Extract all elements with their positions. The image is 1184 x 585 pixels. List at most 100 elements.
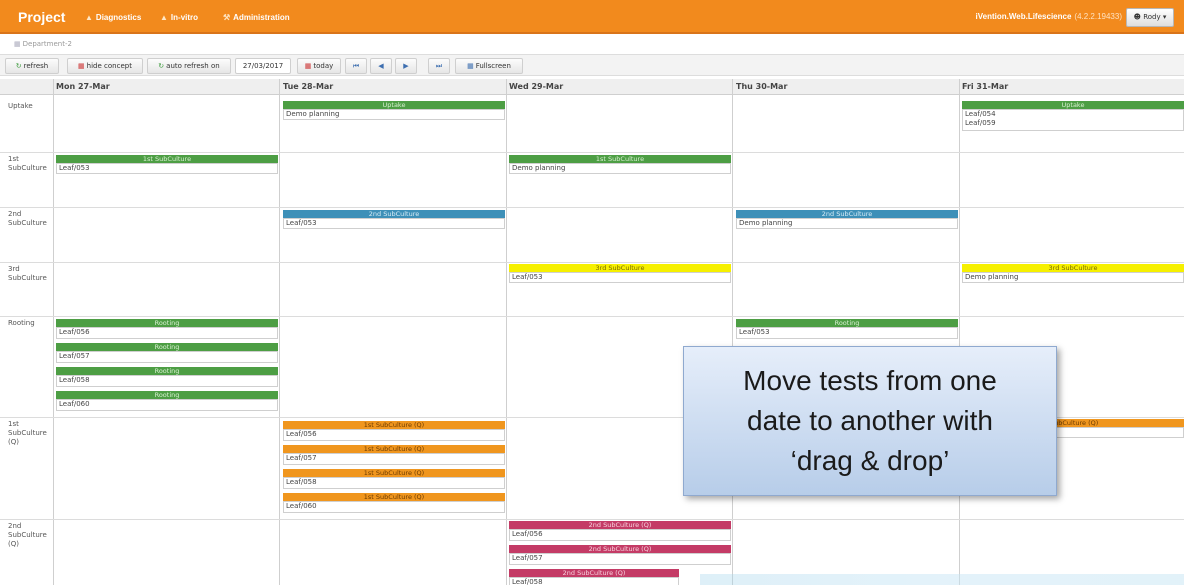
today-button[interactable]: ▦ today (297, 58, 341, 74)
event-2nd-subculture-q[interactable]: 2nd SubCulture (Q) (509, 521, 731, 529)
event-rooting[interactable]: Rooting (56, 391, 278, 399)
nav-administration-label: Administration (233, 13, 290, 22)
event-item[interactable]: Demo planning (736, 218, 958, 229)
event-uptake[interactable]: Uptake (283, 101, 505, 109)
caret-down-icon: ▾ (1162, 13, 1167, 21)
event-rooting[interactable]: Rooting (736, 319, 958, 327)
flask-icon: ▲ (160, 13, 168, 22)
event-item[interactable]: Demo planning (283, 109, 505, 120)
today-label: today (313, 62, 334, 70)
drag-drop-callout: Move tests from one date to another with… (683, 346, 1057, 496)
event-item[interactable]: Demo planning (509, 163, 731, 174)
auto-refresh-button[interactable]: ↻ auto refresh on (147, 58, 231, 74)
event-rooting[interactable]: Rooting (56, 367, 278, 375)
row-label-2nd-subculture: 2nd SubCulture (8, 210, 47, 227)
breadcrumb-department: Department-2 (22, 40, 72, 48)
event-uptake[interactable]: Uptake (962, 101, 1184, 109)
previous-button[interactable]: ◀ (370, 58, 392, 74)
event-1st-subculture-q[interactable]: SubCulture (Q) (1045, 419, 1184, 427)
hide-concept-label: hide concept (86, 62, 132, 70)
event-rooting[interactable]: Rooting (56, 343, 278, 351)
event-item[interactable]: Leaf/058 (509, 577, 679, 585)
event-1st-subculture-q[interactable]: 1st SubCulture (Q) (283, 445, 505, 453)
top-navbar: Project ▲ Diagnostics ▲ In-vitro ⚒ Administ… (0, 0, 1184, 34)
event-item: Leaf/059 (965, 119, 996, 127)
week-calendar: Mon 27-Mar Tue 28-Mar Wed 29-Mar Thu 30-… (0, 79, 1184, 585)
row-label-3rd-subculture: 3rd SubCulture (8, 265, 47, 282)
event-item[interactable]: Leaf/058 (283, 477, 505, 489)
event-item[interactable]: Leaf/056 (283, 429, 505, 441)
calendar-icon: ▦ (304, 62, 312, 70)
event-item[interactable]: Leaf/057 (283, 453, 505, 465)
refresh-label: refresh (23, 62, 49, 70)
event-item[interactable]: Leaf/060 (56, 399, 278, 411)
nav-in-vitro[interactable]: ▲ In-vitro (160, 13, 198, 22)
event-item[interactable]: Leaf/053 (736, 327, 958, 339)
event-item[interactable]: Leaf/056 (56, 327, 278, 339)
event-item[interactable]: Leaf/053 (283, 218, 505, 229)
skip-back-icon: ⏮ (352, 62, 360, 70)
event-2nd-subculture-q[interactable]: 2nd SubCulture (Q) (509, 545, 731, 553)
hide-concept-button[interactable]: ▦ hide concept (67, 58, 143, 74)
event-items[interactable]: Leaf/054 Leaf/059 (962, 109, 1184, 131)
calendar-toolbar: ↻ refresh ▦ hide concept ↻ auto refresh on … (0, 54, 1184, 76)
user-icon: ☻ (1133, 13, 1141, 21)
event-3rd-subculture[interactable]: 3rd SubCulture (509, 264, 731, 272)
decorative-strip (700, 574, 1184, 585)
calendar-icon: ▦ (14, 40, 21, 48)
skip-forward-icon: ⏭ (435, 62, 443, 70)
fullscreen-icon: ▦ (467, 62, 474, 70)
nav-diagnostics[interactable]: ▲ Diagnostics (85, 13, 141, 22)
event-item[interactable]: Leaf/057 (56, 351, 278, 363)
first-page-button[interactable]: ⏮ (345, 58, 367, 74)
event-1st-subculture[interactable]: 1st SubCulture (509, 155, 731, 163)
refresh-icon: ↻ (15, 62, 22, 70)
event-1st-subculture[interactable]: 1st SubCulture (56, 155, 278, 163)
wrench-icon: ⚒ (223, 13, 231, 22)
day-header-mon: Mon 27-Mar (56, 82, 110, 91)
nav-diagnostics-label: Diagnostics (95, 13, 142, 22)
event-item[interactable] (1045, 427, 1184, 438)
event-rooting[interactable]: Rooting (56, 319, 278, 327)
auto-refresh-label: auto refresh on (166, 62, 220, 70)
row-label-1st-subculture: 1st SubCulture (8, 155, 47, 172)
grid-line (279, 79, 280, 585)
calendar-icon: ▦ (78, 62, 85, 70)
version-info: iVention.Web.Lifescience (4.2.2.19433) (976, 12, 1122, 21)
event-item[interactable]: Leaf/056 (509, 529, 731, 541)
next-button[interactable]: ▶ (395, 58, 417, 74)
last-page-button[interactable]: ⏭ (428, 58, 450, 74)
grid-line (959, 79, 960, 585)
row-label-uptake: Uptake (8, 102, 33, 110)
app-title[interactable]: Project (18, 9, 65, 25)
event-1st-subculture-q[interactable]: 1st SubCulture (Q) (283, 493, 505, 501)
event-3rd-subculture[interactable]: 3rd SubCulture (962, 264, 1184, 272)
version-number: (4.2.2.19433) (1074, 12, 1122, 21)
event-1st-subculture-q[interactable]: 1st SubCulture (Q) (283, 421, 505, 429)
fullscreen-button[interactable]: ▦ Fullscreen (455, 58, 523, 74)
date-field[interactable]: 27/03/2017 (235, 58, 291, 74)
user-menu-button[interactable]: ☻ Rody ▾ (1126, 8, 1174, 27)
event-2nd-subculture-q[interactable]: 2nd SubCulture (Q) (509, 569, 679, 577)
user-name: Rody (1143, 13, 1161, 21)
event-item[interactable]: Leaf/060 (283, 501, 505, 513)
nav-in-vitro-label: In-vitro (170, 13, 199, 22)
day-header-wed: Wed 29-Mar (509, 82, 564, 91)
row-label-rooting: Rooting (8, 319, 35, 327)
event-item[interactable]: Leaf/053 (509, 272, 731, 283)
event-2nd-subculture[interactable]: 2nd SubCulture (283, 210, 505, 218)
event-item[interactable]: Leaf/057 (509, 553, 731, 565)
nav-administration[interactable]: ⚒ Administration (223, 13, 290, 22)
event-1st-subculture-q[interactable]: 1st SubCulture (Q) (283, 469, 505, 477)
refresh-button[interactable]: ↻ refresh (5, 58, 59, 74)
event-item[interactable]: Leaf/053 (56, 163, 278, 174)
event-2nd-subculture[interactable]: 2nd SubCulture (736, 210, 958, 218)
chevron-left-icon: ◀ (378, 62, 384, 70)
breadcrumb[interactable]: ▦ Department-2 (14, 40, 72, 48)
grid-line (732, 79, 733, 585)
callout-line: ‘drag & drop’ (790, 445, 950, 476)
grid-line (0, 262, 1184, 263)
event-item[interactable]: Leaf/058 (56, 375, 278, 387)
grid-line (506, 79, 507, 585)
event-item[interactable]: Demo planning (962, 272, 1184, 283)
